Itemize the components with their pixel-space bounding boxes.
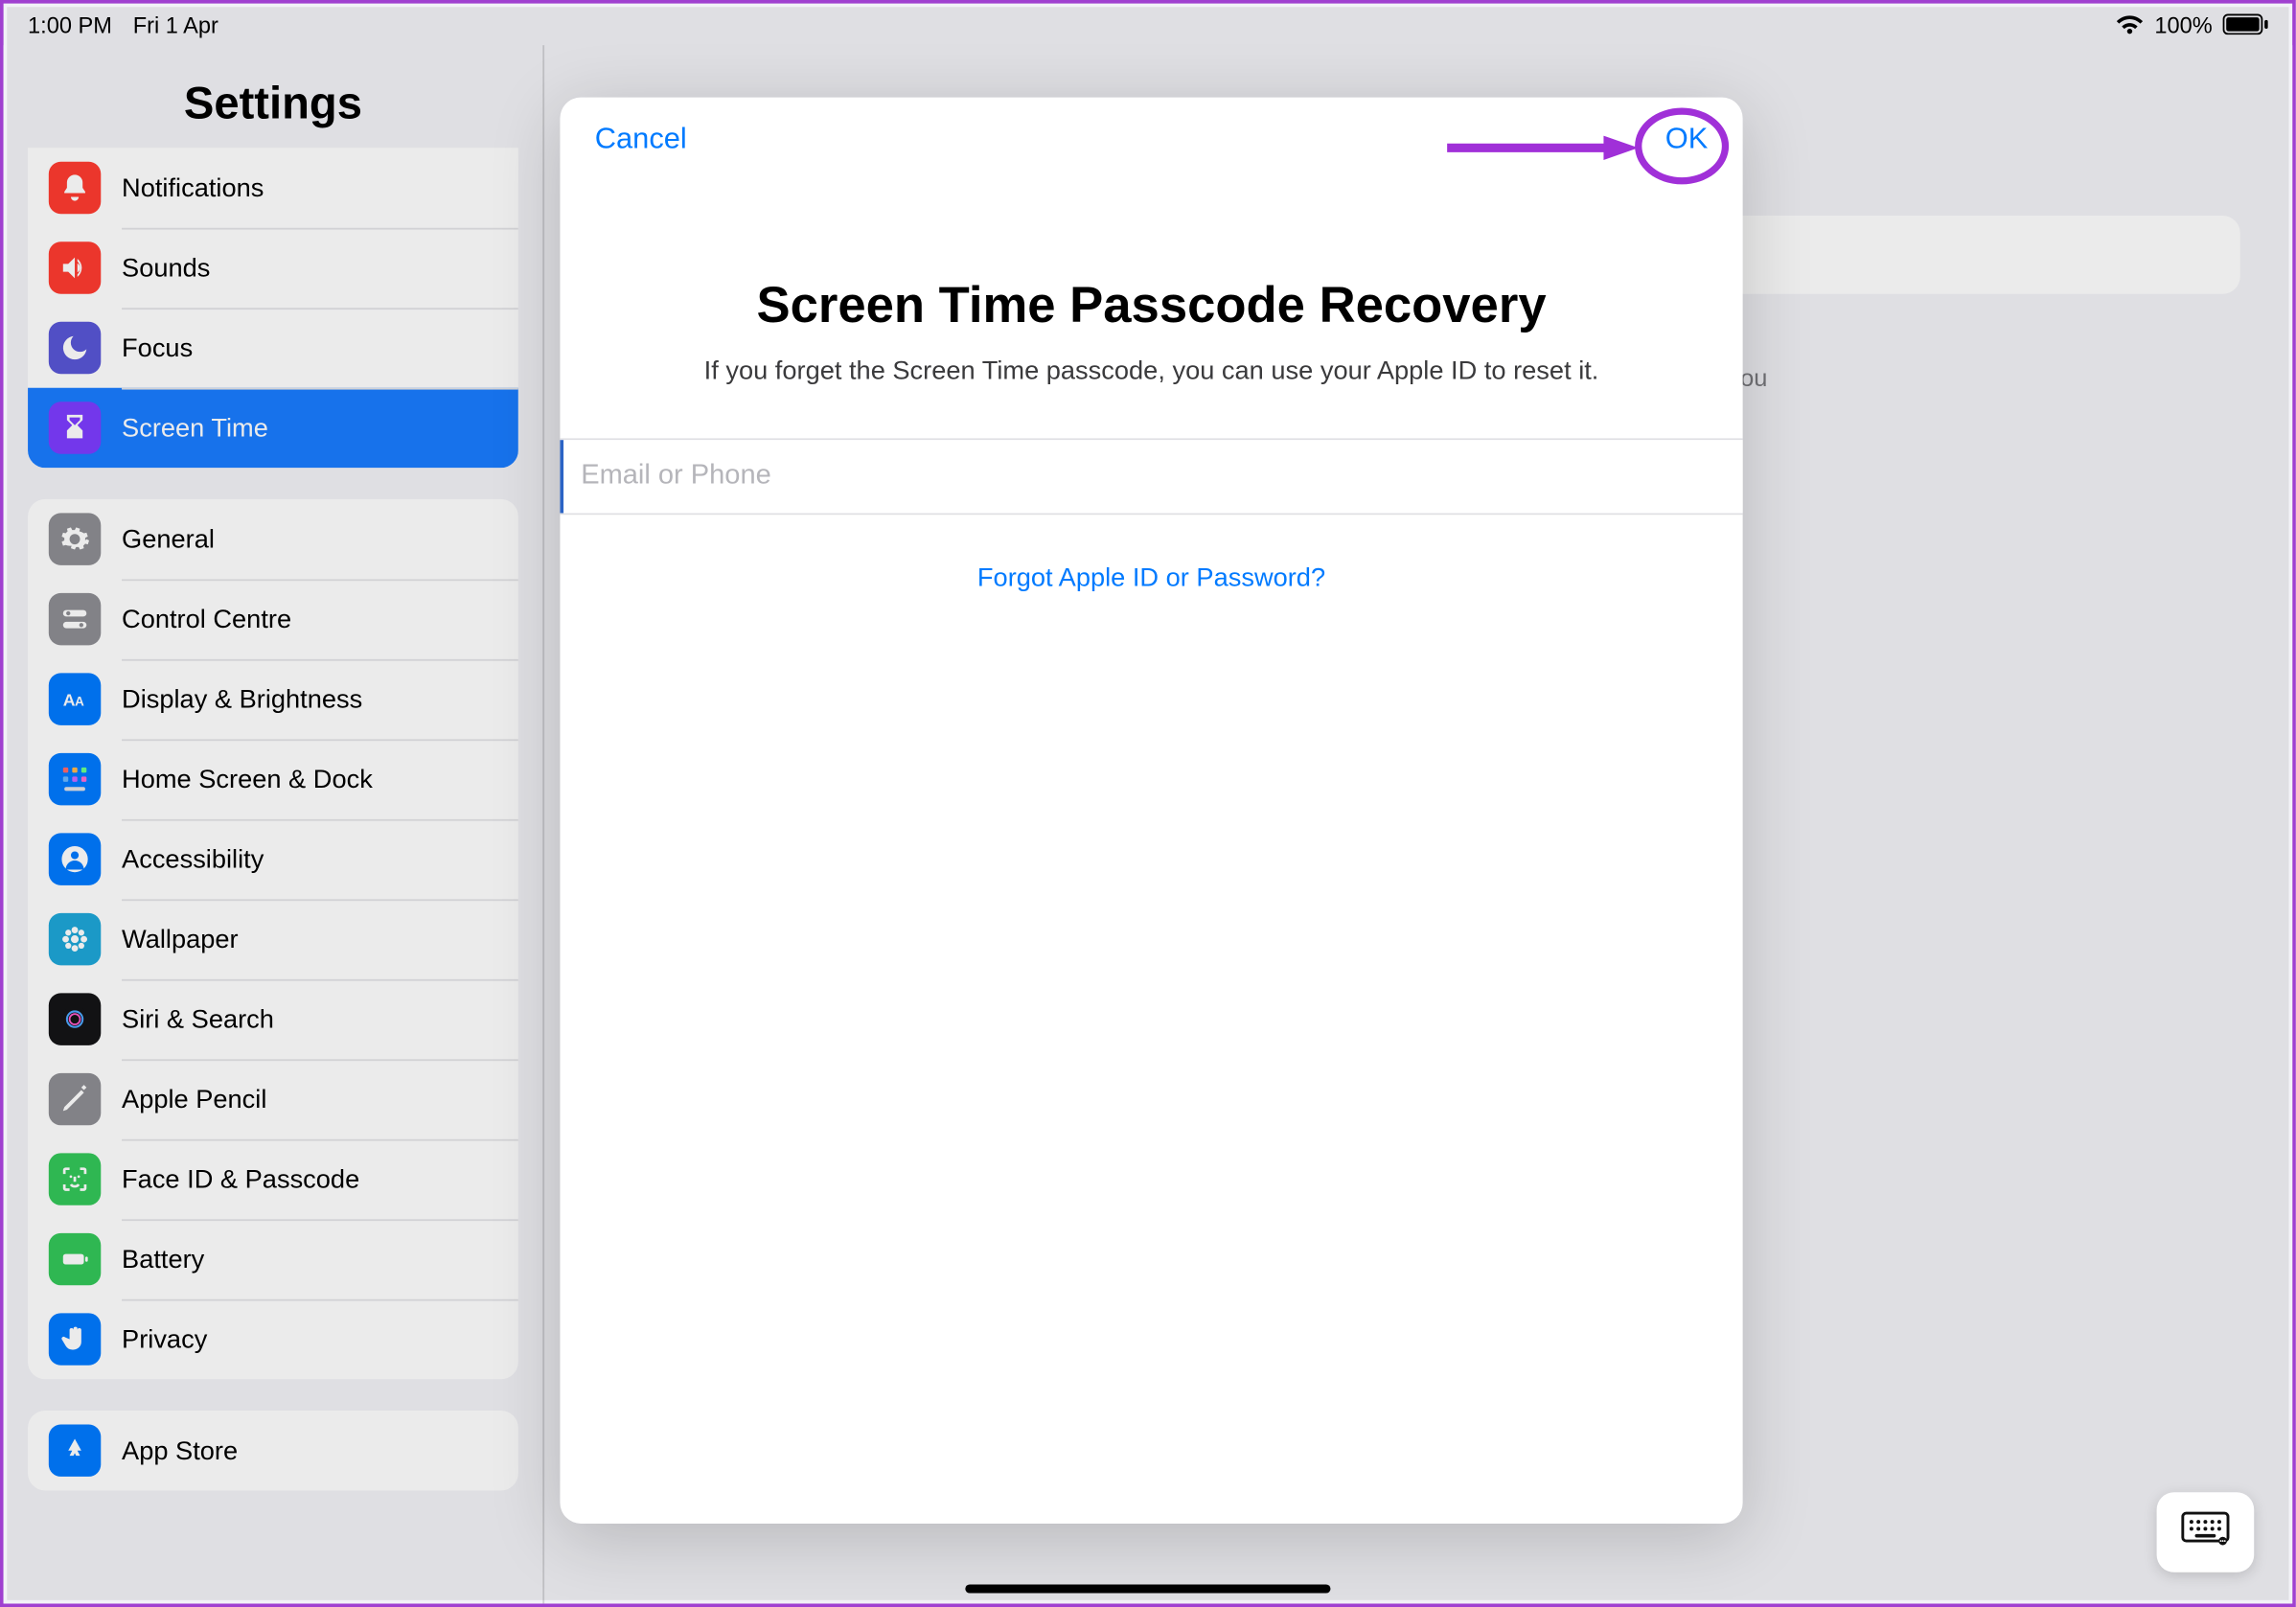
sidebar-item-label: App Store: [122, 1435, 238, 1465]
forgot-link[interactable]: Forgot Apple ID or Password?: [560, 563, 1742, 593]
ok-button[interactable]: OK: [1665, 122, 1709, 156]
sidebar-item-label: Siri & Search: [122, 1004, 274, 1034]
sidebar-item-siri-search[interactable]: Siri & Search: [28, 979, 518, 1059]
sidebar-item-sounds[interactable]: Sounds: [28, 228, 518, 308]
gear-icon: [49, 513, 101, 564]
battery-icon: [2223, 14, 2268, 35]
sidebar-item-label: Display & Brightness: [122, 684, 362, 714]
page-title: Settings: [4, 45, 543, 148]
sidebar-item-general[interactable]: General: [28, 499, 518, 579]
sidebar-item-battery[interactable]: Battery: [28, 1219, 518, 1298]
sidebar-item-label: Screen Time: [122, 413, 268, 443]
status-date: Fri 1 Apr: [133, 11, 218, 37]
status-time: 1:00 PM: [28, 11, 112, 37]
appstore-icon: [49, 1424, 101, 1476]
passcode-recovery-modal: Cancel OK Screen Time Passcode Recovery …: [560, 98, 1742, 1524]
svg-text:A: A: [63, 690, 76, 709]
sidebar-item-label: Focus: [122, 333, 193, 363]
modal-title: Screen Time Passcode Recovery: [560, 278, 1742, 356]
sidebar-item-label: Home Screen & Dock: [122, 765, 373, 794]
sidebar-item-label: Wallpaper: [122, 925, 239, 954]
sidebar-item-label: Accessibility: [122, 844, 264, 874]
sidebar-item-privacy[interactable]: Privacy: [28, 1299, 518, 1379]
battery-pct: 100%: [2154, 11, 2212, 37]
status-bar: 1:00 PM Fri 1 Apr 100%: [4, 4, 2293, 46]
cancel-button[interactable]: Cancel: [595, 122, 687, 156]
speaker-icon: [49, 241, 101, 293]
svg-text:A: A: [75, 694, 84, 708]
aa-icon: AA: [49, 673, 101, 724]
sidebar-item-label: Notifications: [122, 173, 264, 203]
bell-icon: [49, 162, 101, 214]
sidebar-item-label: Sounds: [122, 253, 210, 283]
sidebar-item-label: Control Centre: [122, 605, 291, 634]
keyboard-icon: [2181, 1510, 2230, 1553]
hourglass-icon: [49, 402, 101, 453]
sidebar-item-apple-pencil[interactable]: Apple Pencil: [28, 1059, 518, 1138]
sidebar-item-home-screen-dock[interactable]: Home Screen & Dock: [28, 739, 518, 818]
wifi-icon: [2115, 14, 2145, 35]
sidebar-item-focus[interactable]: Focus: [28, 308, 518, 387]
home-indicator: [965, 1584, 1330, 1593]
apple-id-input[interactable]: [560, 440, 1742, 513]
hand-icon: [49, 1313, 101, 1365]
switches-icon: [49, 593, 101, 645]
modal-subtitle: If you forget the Screen Time passcode, …: [560, 356, 1742, 386]
sidebar-item-app-store[interactable]: App Store: [28, 1411, 518, 1490]
grid-icon: [49, 753, 101, 805]
sidebar-item-label: Face ID & Passcode: [122, 1164, 359, 1194]
sidebar-item-face-id-passcode[interactable]: Face ID & Passcode: [28, 1139, 518, 1219]
faceid-icon: [49, 1153, 101, 1205]
flower-icon: [49, 913, 101, 965]
sidebar-item-display-brightness[interactable]: AA Display & Brightness: [28, 659, 518, 739]
battery-icon: [49, 1233, 101, 1285]
sidebar-item-control-centre[interactable]: Control Centre: [28, 579, 518, 658]
siri-icon: [49, 993, 101, 1045]
sidebar-item-label: Apple Pencil: [122, 1085, 266, 1114]
sidebar-item-notifications[interactable]: Notifications: [28, 148, 518, 227]
sidebar-item-label: Privacy: [122, 1324, 207, 1354]
sidebar-item-accessibility[interactable]: Accessibility: [28, 819, 518, 899]
sidebar-item-label: Battery: [122, 1245, 204, 1274]
moon-icon: [49, 322, 101, 374]
sidebar-item-screen-time[interactable]: Screen Time: [28, 388, 518, 468]
sidebar-item-label: General: [122, 524, 215, 554]
keyboard-toggle[interactable]: [2157, 1492, 2255, 1572]
person-icon: [49, 833, 101, 884]
sidebar-item-wallpaper[interactable]: Wallpaper: [28, 899, 518, 978]
pencil-icon: [49, 1073, 101, 1125]
